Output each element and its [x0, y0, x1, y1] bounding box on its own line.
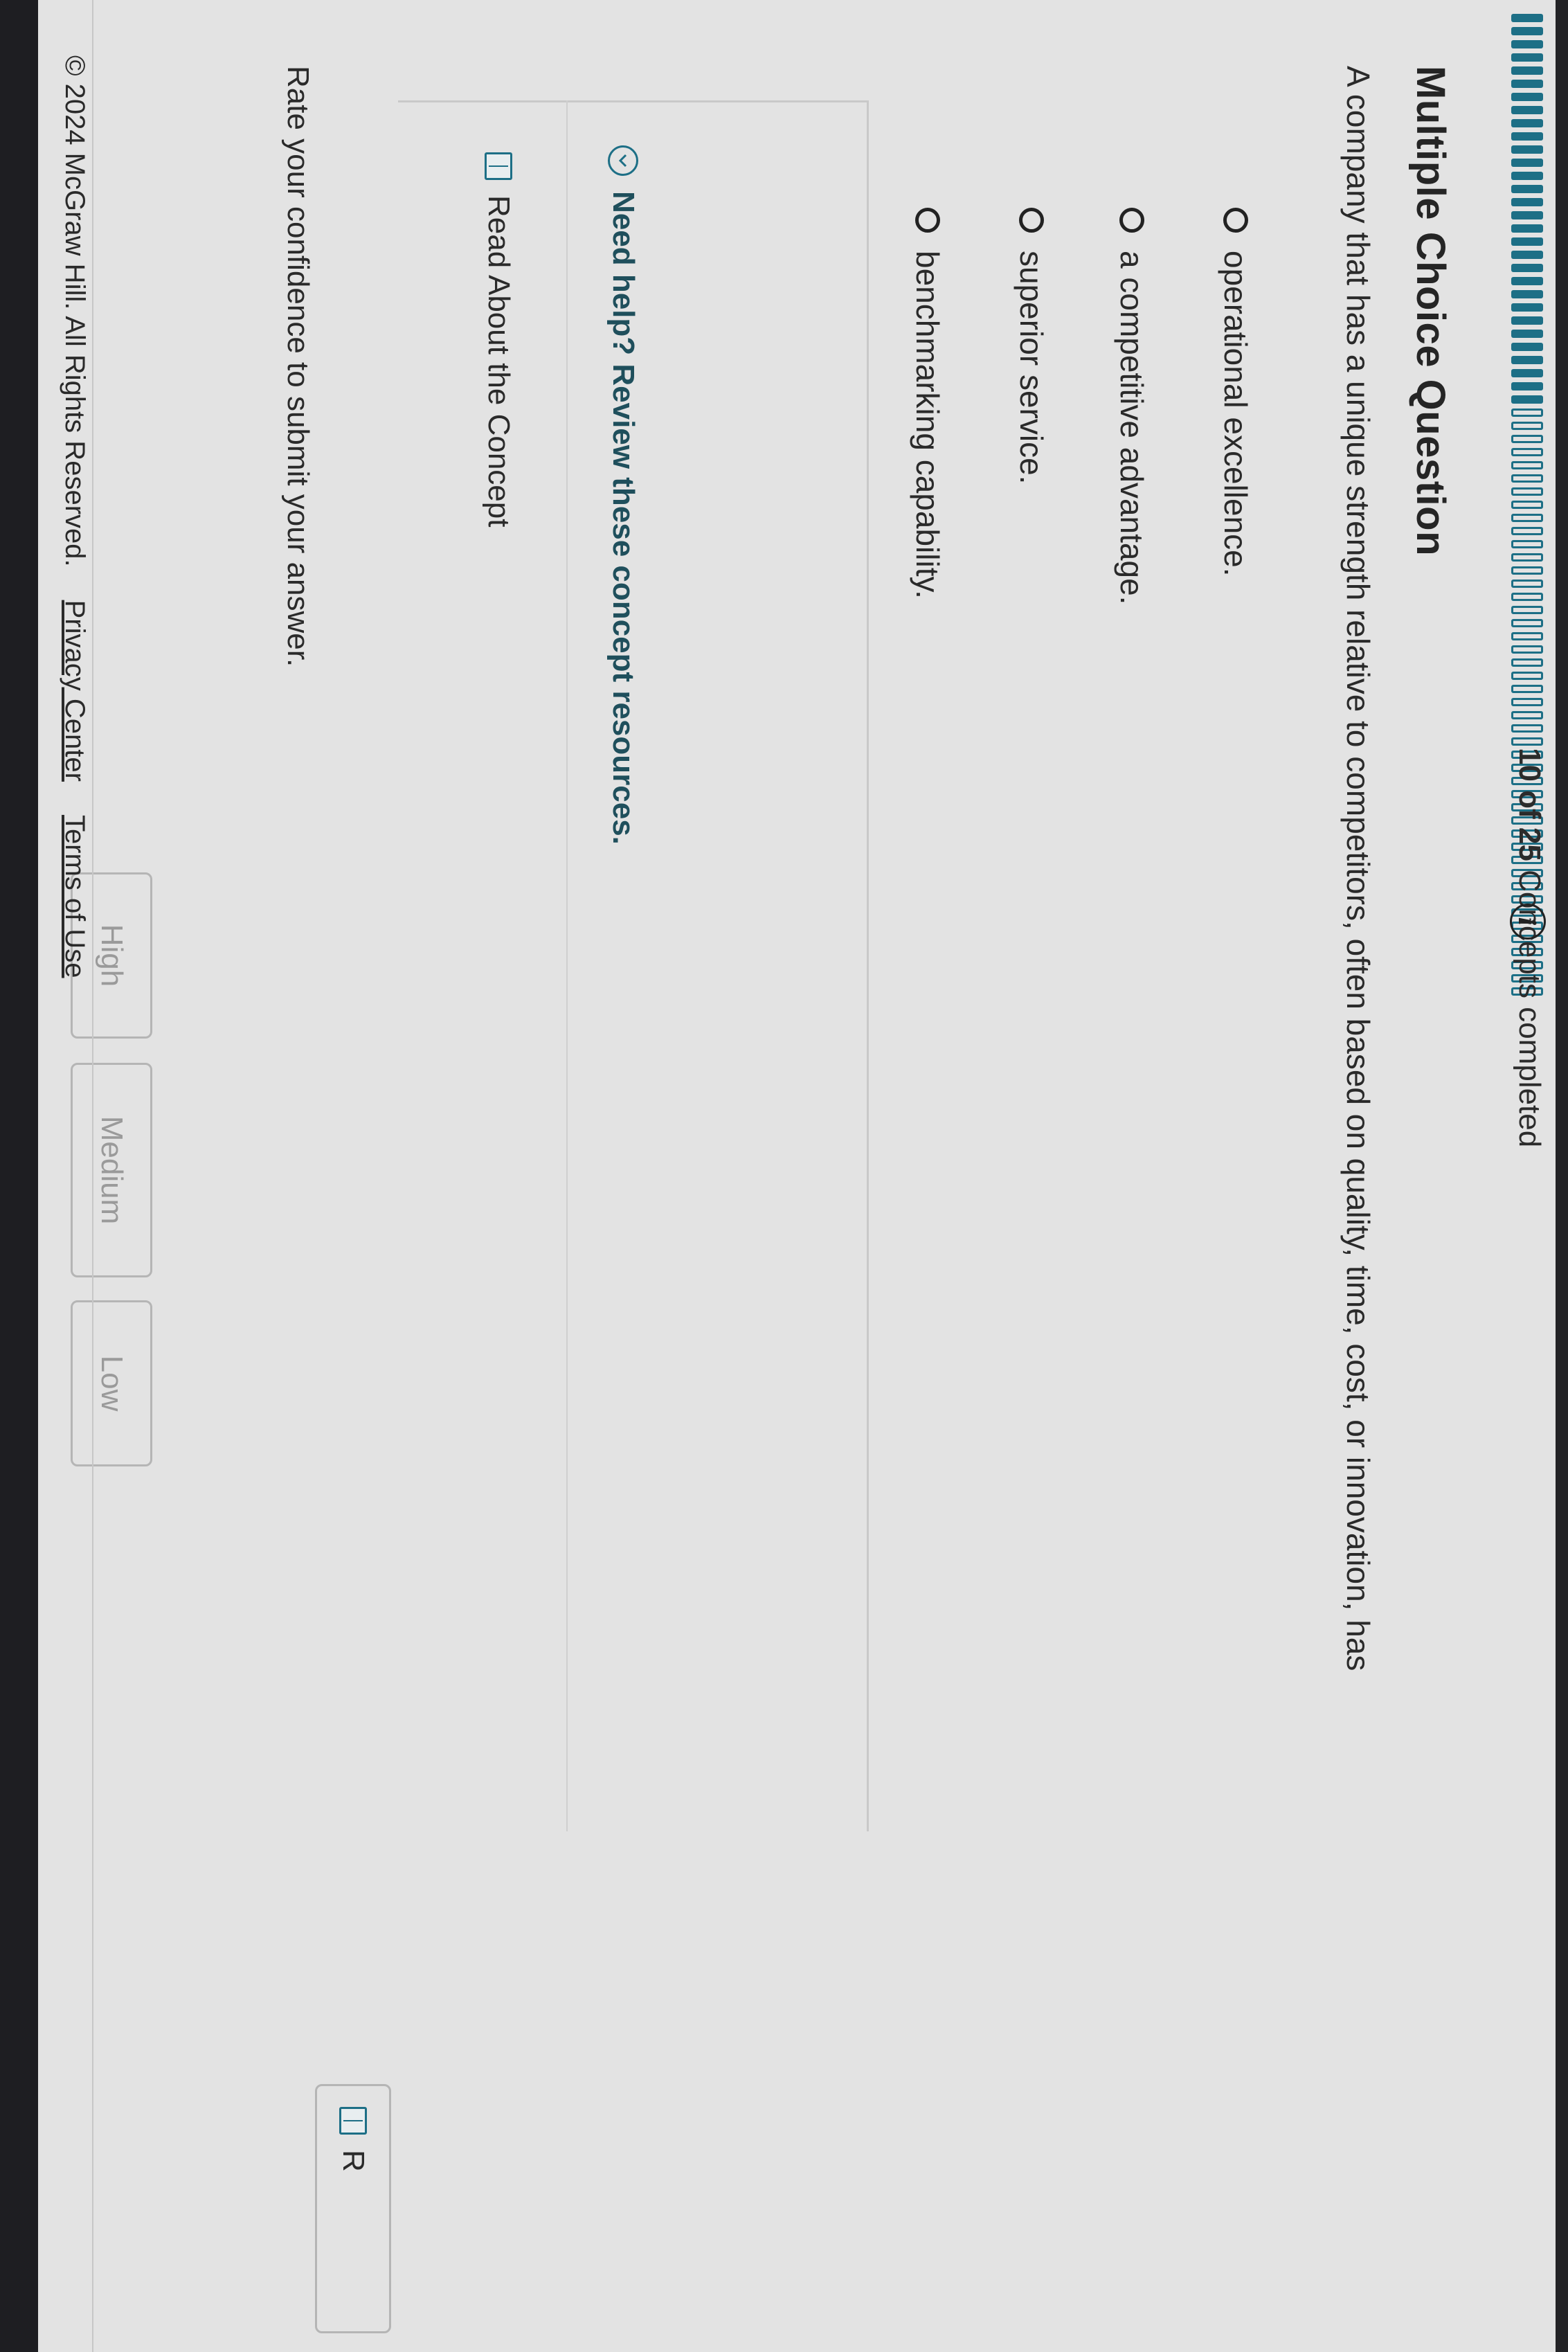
progress-segment-remaining [1511, 580, 1543, 588]
progress-segment-remaining [1511, 422, 1543, 430]
progress-segment-remaining [1511, 501, 1543, 509]
progress-segment-done [1511, 369, 1543, 377]
progress-segment-done [1511, 40, 1543, 48]
progress-segment-remaining [1511, 593, 1543, 601]
progress-segment-done [1511, 237, 1543, 246]
screen: 10 of 25 Concepts completed i Multiple C… [0, 0, 1568, 2352]
progress-segment-remaining [1511, 711, 1543, 719]
progress-segment-remaining [1511, 658, 1543, 667]
progress-segment-done [1511, 211, 1543, 219]
progress-segment-done [1511, 303, 1543, 312]
progress-segment-remaining [1511, 645, 1543, 654]
progress-segment-done [1511, 264, 1543, 272]
progress-segment-remaining [1511, 619, 1543, 627]
help-toggle[interactable]: Need help? Review these concept resource… [606, 145, 640, 845]
progress-segment-done [1511, 330, 1543, 338]
progress-segment-done [1511, 382, 1543, 390]
confidence-medium-button[interactable]: Medium [71, 1063, 152, 1277]
terms-of-use-link[interactable]: Terms of Use [59, 815, 90, 978]
copyright-text: © 2024 McGraw Hill. All Rights Reserved. [60, 55, 90, 567]
progress-segment-done [1511, 159, 1543, 167]
option-label: benchmarking capability. [910, 251, 946, 599]
progress-segment-remaining [1511, 487, 1543, 496]
progress-segment-remaining [1511, 724, 1543, 733]
progress-segment-remaining [1511, 435, 1543, 443]
progress-segment-done [1511, 145, 1543, 154]
progress-segment-done [1511, 395, 1543, 404]
help-panel-border [398, 100, 869, 102]
privacy-center-link[interactable]: Privacy Center [59, 600, 90, 782]
book-icon [339, 2107, 367, 2135]
question-title: Multiple Choice Question [1408, 66, 1453, 557]
progress-count: 10 of 25 [1513, 748, 1547, 861]
progress-segment-done [1511, 66, 1543, 75]
progress-segment-done [1511, 80, 1543, 88]
progress-bar [1507, 14, 1549, 996]
option-label: superior service. [1013, 251, 1049, 485]
progress-segment-done [1511, 106, 1543, 114]
footer: © 2024 McGraw Hill. All Rights Reserved.… [59, 55, 90, 978]
progress-segment-done [1511, 224, 1543, 233]
progress-segment-done [1511, 251, 1543, 259]
progress-segment-done [1511, 290, 1543, 298]
progress-segment-remaining [1511, 698, 1543, 706]
answer-option-1[interactable]: operational excellence. [1215, 208, 1256, 577]
progress-segment-done [1511, 185, 1543, 193]
progress-segment-remaining [1511, 409, 1543, 417]
read-concept-label: Read About the Concept [482, 195, 516, 528]
progress-segment-done [1511, 198, 1543, 206]
progress-segment-remaining [1511, 672, 1543, 680]
progress-segment-remaining [1511, 553, 1543, 562]
progress-segment-done [1511, 132, 1543, 141]
progress-segment-done [1511, 53, 1543, 62]
read-concept-link[interactable]: Read About the Concept [481, 152, 516, 527]
option-label: a competitive advantage. [1114, 251, 1150, 605]
progress-segment-remaining [1511, 632, 1543, 640]
progress-segment-done [1511, 343, 1543, 351]
progress-segment-done [1511, 119, 1543, 127]
read-button[interactable]: R [315, 2084, 391, 2333]
progress-segment-remaining [1511, 474, 1543, 483]
radio-button[interactable] [1019, 208, 1044, 233]
progress-segment-remaining [1511, 737, 1543, 746]
divider [566, 100, 568, 1831]
question-text: A company that has a unique strength rel… [1340, 66, 1376, 1671]
progress-segment-done [1511, 277, 1543, 285]
answer-option-2[interactable]: a competitive advantage. [1111, 208, 1153, 604]
progress-segment-done [1511, 14, 1543, 22]
progress-segment-remaining [1511, 685, 1543, 693]
radio-button[interactable] [1119, 208, 1144, 233]
screen-bezel [0, 0, 38, 2352]
info-icon[interactable]: i [1510, 904, 1546, 940]
answer-option-4[interactable]: benchmarking capability. [907, 208, 948, 599]
confidence-low-button[interactable]: Low [71, 1300, 152, 1466]
progress-status: 10 of 25 Concepts completed [1508, 748, 1550, 1147]
progress-segment-remaining [1511, 540, 1543, 548]
progress-segment-remaining [1511, 566, 1543, 575]
confidence-prompt: Rate your confidence to submit your answ… [281, 66, 315, 667]
progress-segment-done [1511, 27, 1543, 35]
read-button-label: R [336, 2150, 370, 2172]
progress-segment-remaining [1511, 514, 1543, 522]
progress-segment-remaining [1511, 527, 1543, 535]
page: 10 of 25 Concepts completed i Multiple C… [0, 0, 1568, 2352]
radio-button[interactable] [1223, 208, 1248, 233]
chevron-down-icon[interactable] [608, 145, 638, 176]
progress-segment-remaining [1511, 448, 1543, 456]
radio-button[interactable] [915, 208, 940, 233]
progress-segment-done [1511, 93, 1543, 101]
progress-segment-remaining [1511, 461, 1543, 469]
option-label: operational excellence. [1218, 251, 1254, 577]
progress-segment-remaining [1511, 606, 1543, 614]
progress-segment-done [1511, 356, 1543, 364]
book-icon [485, 152, 512, 180]
answer-option-3[interactable]: superior service. [1011, 208, 1052, 484]
progress-segment-done [1511, 172, 1543, 180]
window-edge [1556, 0, 1568, 2352]
help-toggle-text: Need help? Review these concept resource… [606, 191, 640, 845]
progress-segment-done [1511, 316, 1543, 325]
divider [92, 0, 93, 2352]
